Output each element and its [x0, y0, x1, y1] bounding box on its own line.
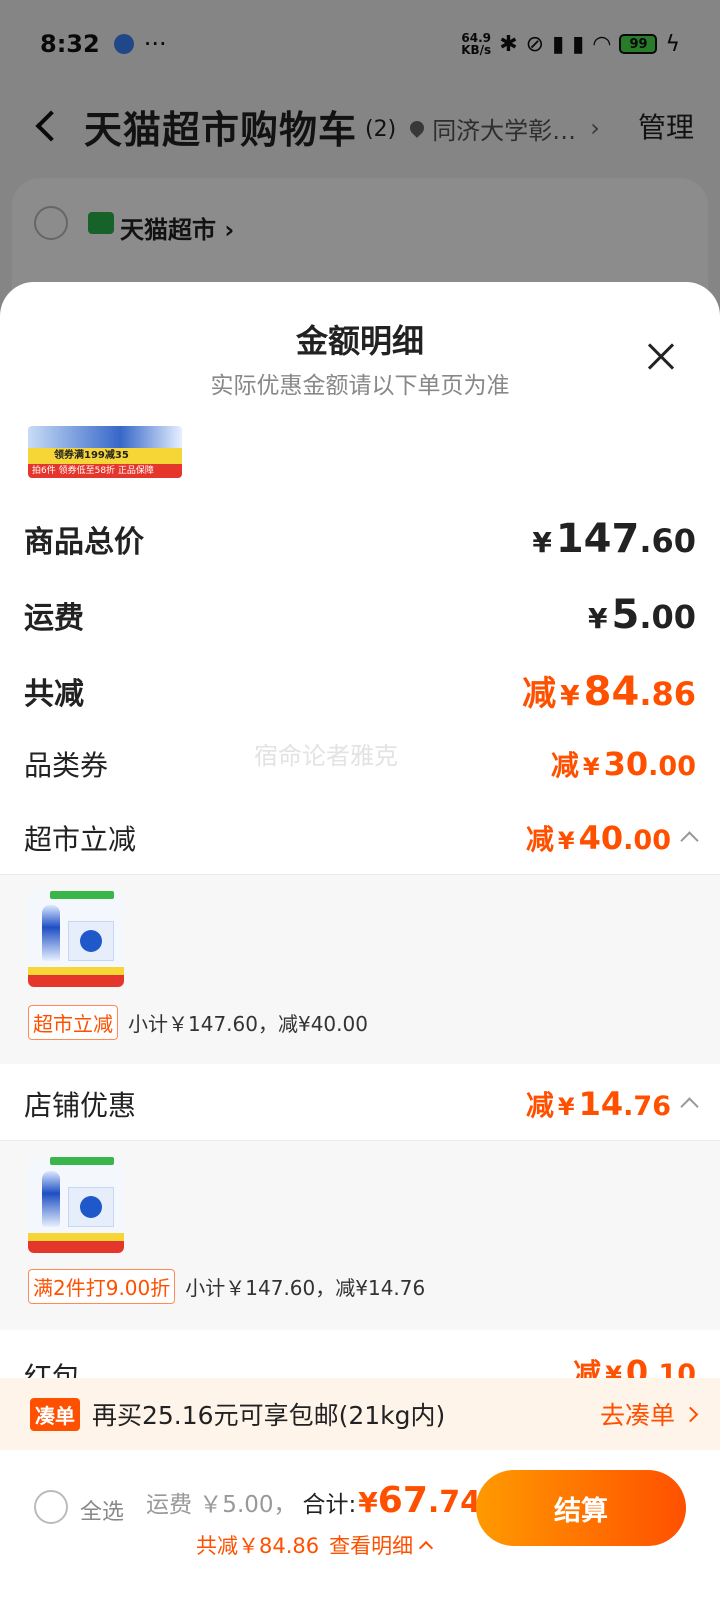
amount-decimal: .00 — [648, 751, 696, 782]
product-thumbnail — [28, 891, 124, 987]
currency-symbol: ¥ — [582, 753, 600, 781]
view-detail-toggle[interactable]: 查看明细 — [329, 1530, 434, 1560]
thumb-yellow-strip — [28, 1233, 124, 1241]
promo-line: 满2件打9.00折 小计￥147.60，减¥14.76 — [28, 1269, 425, 1304]
amount-decimal: .76 — [623, 1091, 671, 1122]
go-addon-link[interactable]: 去凑单 — [599, 1396, 699, 1432]
total-integer: 67 — [377, 1480, 428, 1521]
amount-integer: 14 — [578, 1085, 624, 1123]
collapse-caret-icon[interactable] — [680, 1097, 699, 1116]
supermarket-discount-value: 减 ¥ 40 .00 — [525, 818, 699, 858]
thumb-red-strip — [28, 975, 124, 987]
total-price-label: 商品总价 — [24, 525, 144, 560]
amount-decimal: .00 — [623, 825, 671, 856]
shipping-row: 运费 ¥ 5 .00 — [24, 592, 696, 638]
go-addon-label: 去凑单 — [599, 1401, 675, 1430]
checkout-footer: 全选 运费 ￥5.00， 合计: ¥ 67 .74 共减￥84.86 查看明细 … — [0, 1450, 720, 1600]
supermarket-discount-label: 超市立减 — [24, 823, 137, 856]
promo-tag: 超市立减 — [28, 1005, 118, 1040]
currency-symbol: ¥ — [560, 679, 580, 712]
category-coupon-value: 减 ¥ 30 .00 — [551, 744, 696, 784]
caret-up-icon — [419, 1540, 434, 1556]
product-thumbnail — [28, 1157, 124, 1253]
store-discount-value: 减 ¥ 14 .76 — [525, 1084, 699, 1124]
currency-symbol: ¥ — [557, 1093, 575, 1121]
reduce-prefix: 减 — [525, 823, 554, 856]
addon-tag: 凑单 — [30, 1397, 80, 1431]
amount-decimal: .00 — [639, 598, 696, 636]
supermarket-discount-row[interactable]: 超市立减 减 ¥ 40 .00 — [24, 818, 699, 858]
promo-subtotal-text: 小计￥147.60，减¥14.76 — [185, 1276, 426, 1300]
watermark: 宿命论者雅克 — [254, 742, 398, 770]
amount-decimal: .86 — [639, 675, 696, 713]
product-banner-image: 领券满199减35 拍6件 领券低至58折 正品保障 — [28, 426, 182, 478]
total-price-value: ¥ 147 .60 — [532, 516, 696, 562]
thumb-red-strip — [28, 1241, 124, 1253]
shipping-fee-text: 运费 ￥5.00， — [146, 1492, 297, 1518]
thumb-box — [68, 921, 114, 961]
currency-symbol: ¥ — [557, 827, 575, 855]
category-coupon-label: 品类券 — [24, 749, 109, 782]
thumb-bottle — [42, 1171, 60, 1227]
chevron-right-icon — [682, 1406, 699, 1422]
total-price-row: 商品总价 ¥ 147 .60 — [24, 516, 696, 562]
total-decimal: .74 — [427, 1485, 482, 1520]
total-currency: ¥ — [358, 1486, 378, 1519]
thumb-yellow-strip — [28, 967, 124, 975]
amount-integer: 5 — [611, 592, 640, 638]
total-label: 合计: — [302, 1492, 357, 1518]
store-discount-detail: 满2件打9.00折 小计￥147.60，减¥14.76 — [0, 1140, 720, 1330]
amount-integer: 30 — [603, 745, 649, 783]
reduce-prefix: 减 — [522, 674, 557, 714]
savings-text: 共减￥84.86 — [196, 1534, 320, 1558]
select-all-label[interactable]: 全选 — [80, 1494, 124, 1526]
free-shipping-addon-bar: 凑单 再买25.16元可享包邮(21kg内) 去凑单 — [0, 1378, 720, 1450]
supermarket-discount-detail: 超市立减 小计￥147.60，减¥40.00 — [0, 874, 720, 1064]
total-reduce-value: 减 ¥ 84 .86 — [522, 666, 696, 715]
shipping-label: 运费 — [24, 601, 84, 636]
store-discount-row[interactable]: 店铺优惠 减 ¥ 14 .76 — [24, 1084, 699, 1124]
amount-integer: 147 — [555, 516, 640, 562]
sheet-subtitle: 实际优惠金额请以下单页为准 — [210, 373, 510, 399]
amount-integer: 40 — [578, 819, 624, 857]
banner-promo-text: 拍6件 领券低至58折 正品保障 — [28, 464, 182, 478]
total-line: 运费 ￥5.00， 合计: ¥ 67 .74 — [146, 1480, 481, 1521]
thumb-bottle — [42, 905, 60, 961]
collapse-caret-icon[interactable] — [680, 831, 699, 850]
promo-subtotal-text: 小计￥147.60，减¥40.00 — [128, 1012, 368, 1036]
thumb-box — [68, 1187, 114, 1227]
addon-text: 再买25.16元可享包邮(21kg内) — [92, 1401, 446, 1430]
view-detail-label: 查看明细 — [329, 1534, 414, 1558]
amount-decimal: .60 — [639, 522, 696, 560]
currency-symbol: ¥ — [532, 526, 552, 559]
savings-line: 共减￥84.86 查看明细 — [196, 1530, 434, 1560]
checkout-button[interactable]: 结算 — [476, 1470, 686, 1546]
reduce-prefix: 减 — [550, 749, 579, 782]
promo-line: 超市立减 小计￥147.60，减¥40.00 — [28, 1005, 368, 1040]
currency-symbol: ¥ — [587, 602, 608, 635]
store-discount-label: 店铺优惠 — [24, 1089, 137, 1122]
select-all-radio[interactable] — [34, 1490, 68, 1524]
sheet-title: 金额明细 — [295, 322, 424, 360]
close-icon[interactable] — [646, 342, 676, 372]
thumb-top-strip — [50, 891, 114, 899]
promo-tag: 满2件打9.00折 — [28, 1269, 176, 1304]
amount-integer: 84 — [583, 669, 640, 715]
banner-product-strip — [28, 426, 182, 448]
total-reduce-row: 共减 减 ¥ 84 .86 — [24, 666, 696, 715]
total-reduce-label: 共减 — [24, 676, 84, 712]
reduce-prefix: 减 — [525, 1089, 554, 1122]
thumb-top-strip — [50, 1157, 114, 1165]
banner-coupon-text: 领券满199减35 — [28, 448, 182, 464]
shipping-value: ¥ 5 .00 — [588, 592, 696, 638]
